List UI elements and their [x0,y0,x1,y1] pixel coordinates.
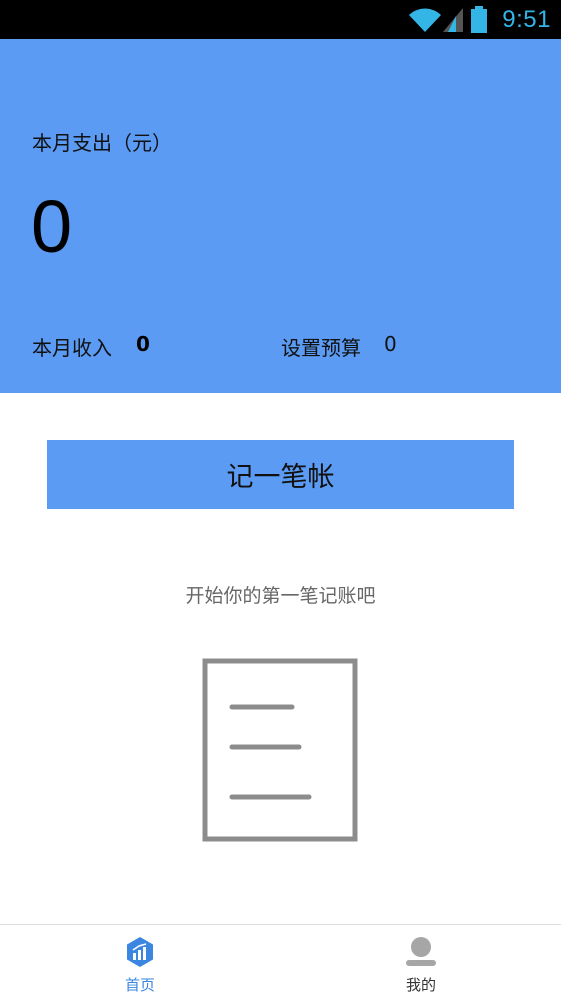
record-entry-button[interactable]: 记一笔帐 [47,440,514,509]
status-time: 9:51 [502,5,551,33]
month-income-label: 本月收入 [32,336,112,360]
status-bar: 9:51 [0,0,561,39]
bottom-nav: 首页 我的 [0,924,561,999]
nav-item-home[interactable]: 首页 [80,925,200,999]
app-screen: 9:51 本月支出（元） 0 本月收入 0 设置预算 0 记一笔帐 开始你的第一… [0,0,561,999]
summary-header: 本月支出（元） 0 本月收入 0 设置预算 0 [0,39,561,393]
document-icon [202,658,360,846]
budget-value[interactable]: 0 [384,332,397,356]
nav-item-mine[interactable]: 我的 [361,925,481,999]
home-chart-icon [124,936,156,972]
set-budget-button[interactable]: 设置预算 [281,332,361,361]
nav-label-mine: 我的 [405,976,436,994]
month-expense-amount: 0 [31,185,73,268]
battery-icon [464,5,488,34]
month-income-value: 0 [136,332,150,356]
signal-icon [442,7,464,33]
status-icons: 9:51 [408,0,551,39]
empty-state-hint: 开始你的第一笔记账吧 [185,585,376,607]
nav-label-home: 首页 [124,976,155,994]
person-icon [405,936,437,972]
month-expense-label: 本月支出（元） [32,131,172,155]
wifi-icon [408,7,442,33]
